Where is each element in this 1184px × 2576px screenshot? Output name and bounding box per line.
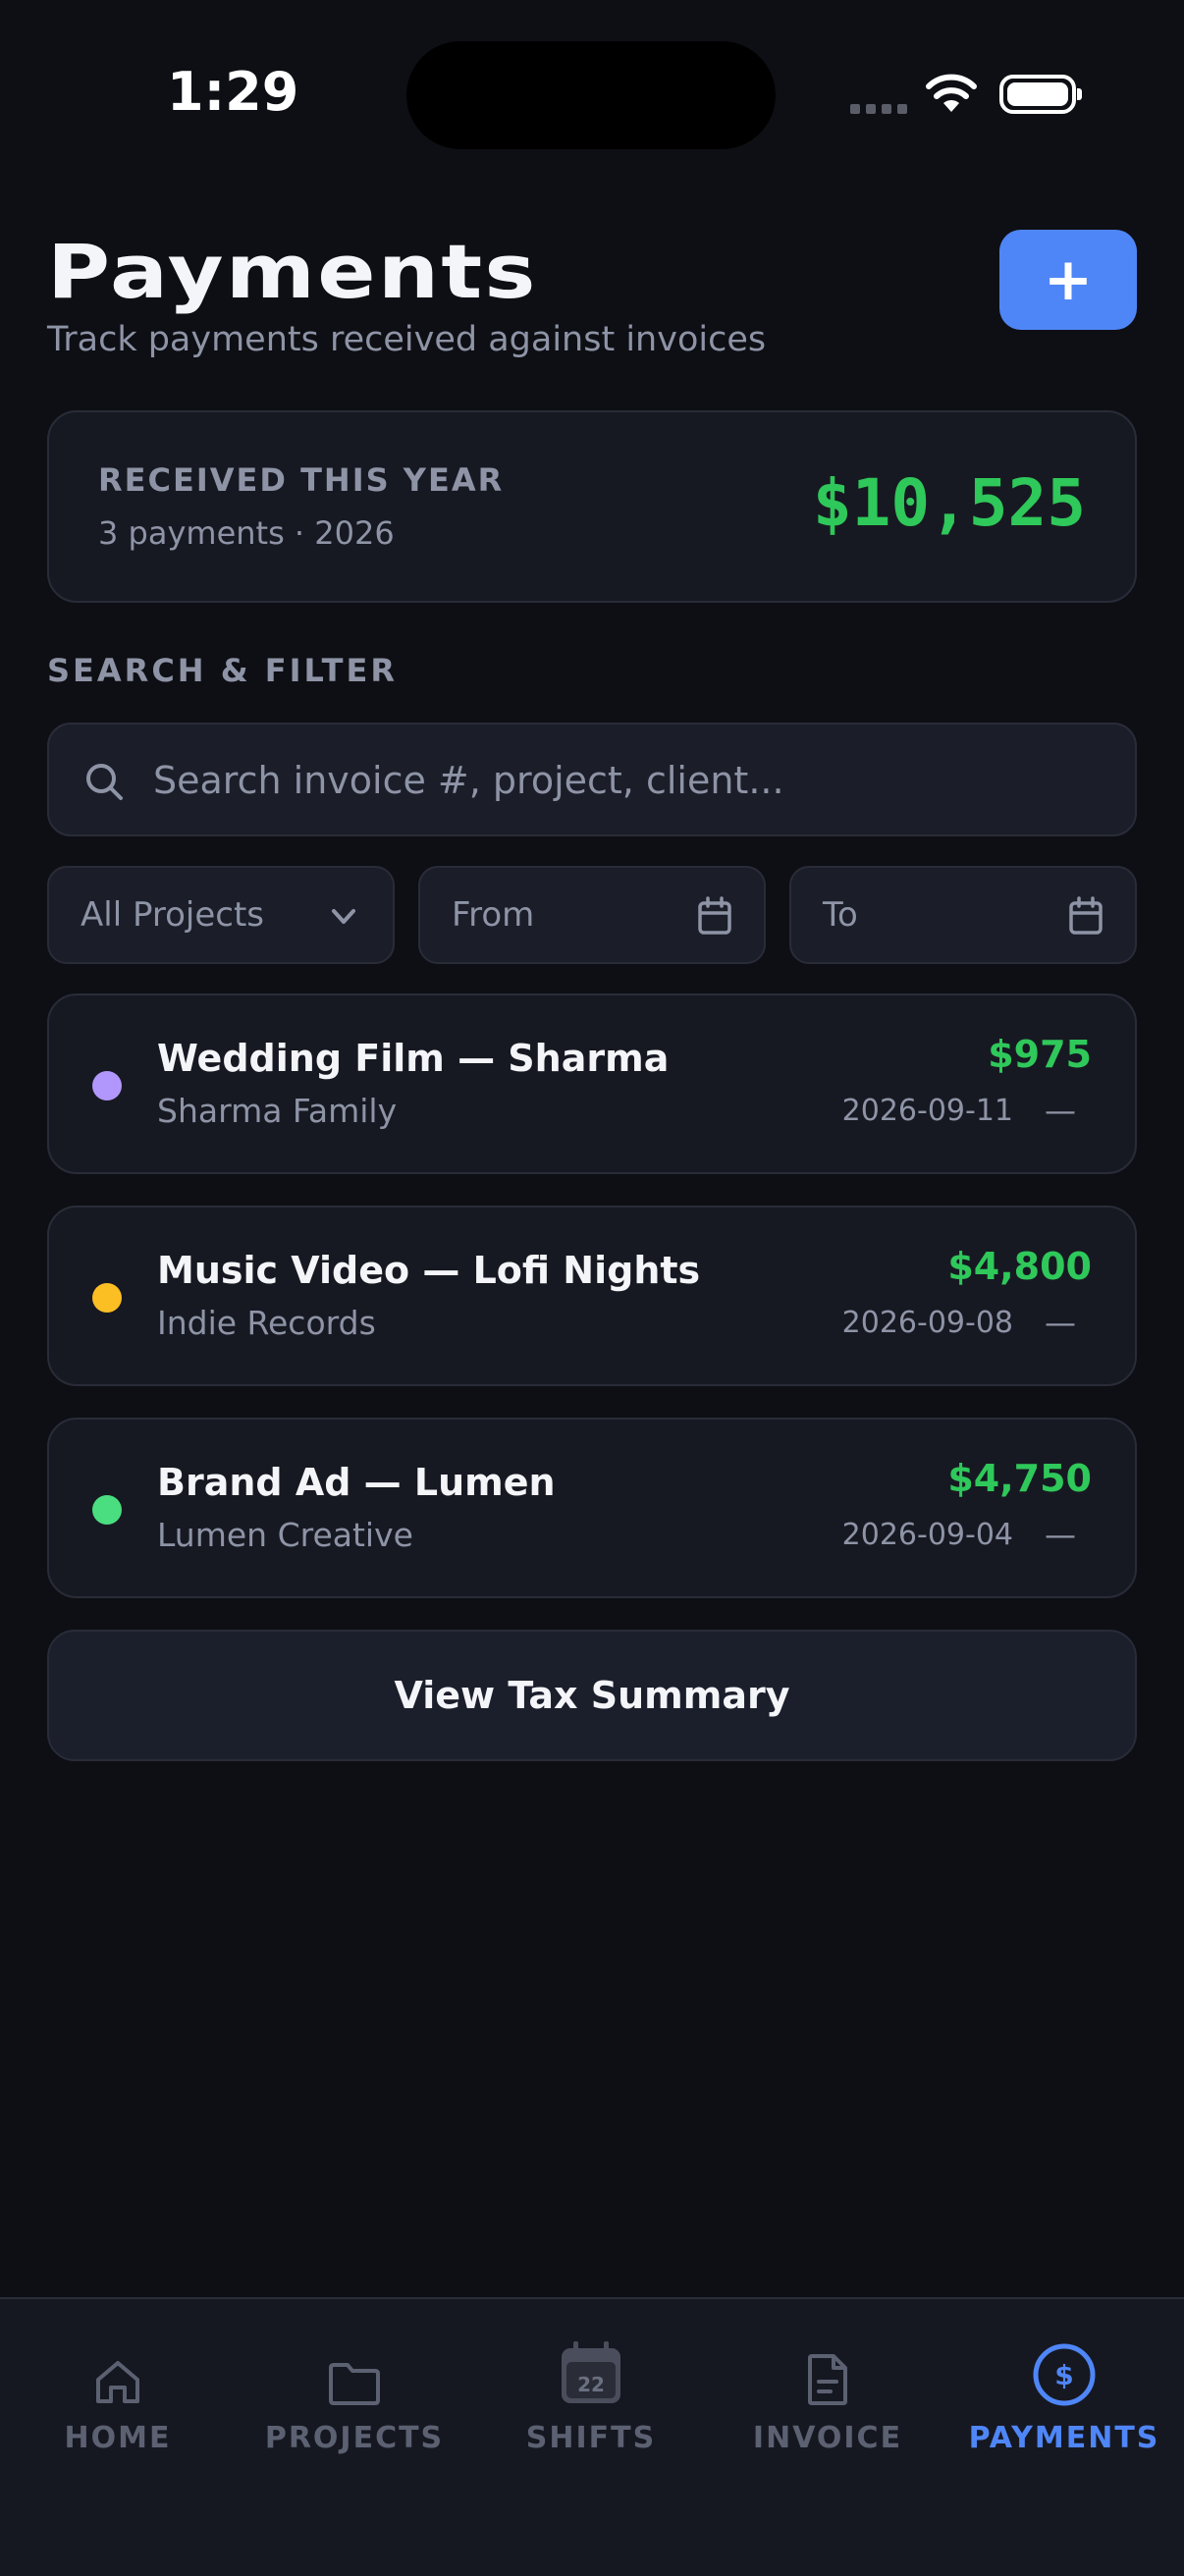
project-color-dot [92, 1071, 122, 1100]
to-date-field[interactable]: To [789, 866, 1137, 964]
payment-client: Sharma Family [157, 1092, 398, 1130]
payment-status: — [1045, 1516, 1076, 1553]
payment-date: 2026-09-11 [841, 1094, 1013, 1128]
payment-project: Wedding Film — Sharma [157, 1037, 670, 1080]
project-select[interactable]: All Projects [47, 866, 395, 964]
payment-amount: $4,750 [947, 1457, 1092, 1500]
page-title: Payments [47, 228, 538, 315]
payment-row[interactable]: Brand Ad — Lumen Lumen Creative $4,750 2… [47, 1418, 1137, 1598]
dollar-icon: $ [1033, 2343, 1096, 2406]
chevron-down-icon [332, 909, 355, 924]
tab-label: PAYMENTS [968, 2421, 1160, 2455]
view-tax-summary-button[interactable]: View Tax Summary [47, 1630, 1137, 1761]
add-payment-button[interactable]: + [999, 230, 1137, 330]
payment-client: Indie Records [157, 1304, 376, 1342]
payment-date: 2026-09-08 [841, 1306, 1013, 1340]
summary-meta: 3 payments · 2026 [98, 514, 395, 552]
payment-amount: $4,800 [947, 1245, 1092, 1288]
wifi-icon [926, 74, 977, 112]
folder-icon [329, 2363, 380, 2405]
tab-payments[interactable]: $ PAYMENTS [946, 2338, 1182, 2486]
tab-home[interactable]: HOME [0, 2338, 236, 2486]
calendar-icon [698, 896, 731, 935]
search-icon [86, 764, 123, 800]
summary-total: $10,525 [812, 465, 1086, 541]
calendar-icon: 22 [562, 2341, 620, 2403]
page-subtitle: Track payments received against invoices [47, 320, 767, 359]
tab-label: INVOICE [752, 2421, 903, 2455]
document-icon [808, 2354, 847, 2405]
tab-invoice[interactable]: INVOICE [710, 2338, 945, 2486]
signal-icon [850, 104, 907, 114]
project-color-dot [92, 1495, 122, 1525]
payment-project: Brand Ad — Lumen [157, 1461, 556, 1504]
payment-amount: $975 [988, 1033, 1092, 1076]
tab-projects[interactable]: PROJECTS [237, 2338, 472, 2486]
tab-label: PROJECTS [264, 2421, 445, 2455]
to-date-label: To [823, 895, 858, 935]
dynamic-island [406, 41, 776, 149]
status-time: 1:29 [167, 61, 299, 123]
bottom-tab-bar: HOME PROJECTS 22 SHIFTS INVOICE $ PAYMEN… [0, 2297, 1184, 2576]
tab-label: SHIFTS [525, 2421, 657, 2455]
from-date-field[interactable]: From [418, 866, 766, 964]
payment-row[interactable]: Music Video — Lofi Nights Indie Records … [47, 1206, 1137, 1386]
payment-row[interactable]: Wedding Film — Sharma Sharma Family $975… [47, 993, 1137, 1174]
status-bar: 1:29 [0, 0, 1184, 196]
from-date-label: From [452, 895, 535, 935]
calendar-day: 22 [577, 2373, 605, 2396]
calendar-icon [1069, 896, 1103, 935]
tab-shifts[interactable]: 22 SHIFTS [473, 2338, 709, 2486]
search-filter-heading: SEARCH & FILTER [47, 652, 398, 689]
payment-status: — [1045, 1304, 1076, 1341]
search-input[interactable] [151, 724, 1098, 836]
summary-label: RECEIVED THIS YEAR [98, 461, 505, 499]
project-select-value: All Projects [81, 895, 264, 935]
project-color-dot [92, 1283, 122, 1313]
payment-project: Music Video — Lofi Nights [157, 1249, 701, 1292]
received-summary-card: RECEIVED THIS YEAR 3 payments · 2026 $10… [47, 410, 1137, 603]
payment-status: — [1045, 1092, 1076, 1129]
tab-label: HOME [64, 2421, 172, 2455]
battery-icon [999, 75, 1082, 114]
payment-client: Lumen Creative [157, 1516, 413, 1554]
search-box[interactable] [47, 723, 1137, 836]
home-icon [96, 2361, 139, 2403]
svg-text:$: $ [1054, 2359, 1073, 2391]
payment-date: 2026-09-04 [841, 1518, 1013, 1552]
